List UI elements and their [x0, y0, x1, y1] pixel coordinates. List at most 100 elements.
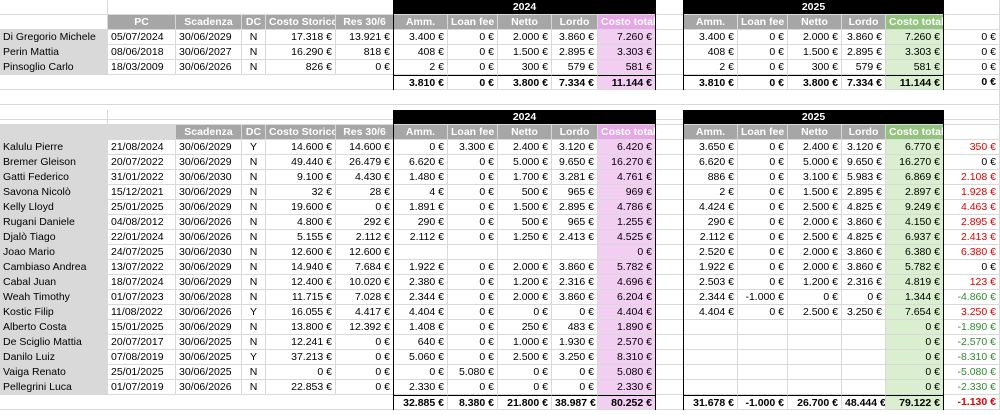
value-2024[interactable]: 640 €: [394, 335, 448, 350]
scadenza-date[interactable]: 30/06/2025: [176, 350, 242, 365]
scadenza-date[interactable]: 30/06/2026: [176, 380, 242, 395]
value-2025[interactable]: 3.100 €: [788, 170, 842, 185]
header-scadenza[interactable]: Scadenza: [176, 15, 242, 30]
pc-date[interactable]: 20/07/2022: [108, 155, 176, 170]
value-2025[interactable]: 6.869 €: [886, 170, 944, 185]
costo-storico[interactable]: 12.600 €: [266, 245, 336, 260]
scadenza-date[interactable]: 30/06/2029: [176, 260, 242, 275]
value-2025[interactable]: 0 €: [738, 200, 788, 215]
value-2025[interactable]: 0 €: [886, 365, 944, 380]
dc-flag[interactable]: Y: [242, 140, 266, 155]
value-2025[interactable]: 1.344 €: [886, 290, 944, 305]
player-name[interactable]: Kostic Filip: [0, 305, 108, 320]
value-2024[interactable]: 1.200 €: [498, 275, 552, 290]
player-name[interactable]: Rugani Daniele: [0, 215, 108, 230]
value-2024[interactable]: 0 €: [394, 140, 448, 155]
value-2025[interactable]: [684, 380, 738, 395]
value-2024[interactable]: 1.930 €: [552, 335, 598, 350]
res-value[interactable]: 0 €: [336, 365, 394, 380]
dc-flag[interactable]: N: [242, 365, 266, 380]
dc-flag[interactable]: Y: [242, 350, 266, 365]
value-2024[interactable]: 4 €: [394, 185, 448, 200]
value-2025[interactable]: 579 €: [842, 60, 886, 75]
value-2025[interactable]: 16.270 €: [886, 155, 944, 170]
value-2024[interactable]: 0 €: [448, 215, 498, 230]
pc-date[interactable]: 13/07/2022: [108, 260, 176, 275]
value-2024[interactable]: 0 €: [598, 245, 656, 260]
res-value[interactable]: 292 €: [336, 215, 394, 230]
scadenza-date[interactable]: 30/06/2029: [176, 275, 242, 290]
value-2025[interactable]: 581 €: [886, 60, 944, 75]
cell-empty[interactable]: [656, 170, 684, 185]
cell-empty[interactable]: [0, 75, 394, 90]
scadenza-date[interactable]: 30/06/2025: [176, 335, 242, 350]
header-2024-col[interactable]: Netto: [498, 15, 552, 30]
player-name[interactable]: Alberto Costa: [0, 320, 108, 335]
header-2024-col[interactable]: Loan fee: [448, 125, 498, 140]
value-2025[interactable]: 2.500 €: [788, 305, 842, 320]
value-2024[interactable]: 3.400 €: [394, 30, 448, 45]
value-2025[interactable]: 3.400 €: [684, 30, 738, 45]
value-2025[interactable]: 2.000 €: [788, 260, 842, 275]
costo-storico[interactable]: 14.600 €: [266, 140, 336, 155]
cell-empty[interactable]: [108, 110, 394, 125]
value-2024[interactable]: 483 €: [552, 320, 598, 335]
total-2025[interactable]: 31.678 €: [684, 395, 738, 410]
dc-flag[interactable]: N: [242, 185, 266, 200]
costo-storico[interactable]: 9.100 €: [266, 170, 336, 185]
header-scadenza[interactable]: Scadenza: [176, 125, 242, 140]
value-2025[interactable]: 0 €: [738, 140, 788, 155]
value-2024[interactable]: 5.060 €: [394, 350, 448, 365]
cell-empty[interactable]: [656, 45, 684, 60]
scadenza-date[interactable]: 30/06/2029: [176, 30, 242, 45]
value-2024[interactable]: 8.310 €: [598, 350, 656, 365]
value-2025[interactable]: 0 €: [738, 170, 788, 185]
header-2025-col[interactable]: Netto: [788, 125, 842, 140]
total-2024[interactable]: 3.800 €: [498, 75, 552, 90]
value-2025[interactable]: 4.424 €: [684, 200, 738, 215]
header-2024-col[interactable]: Loan fee: [448, 15, 498, 30]
costo-storico[interactable]: 22.853 €: [266, 380, 336, 395]
value-2025[interactable]: 4.150 €: [886, 215, 944, 230]
cell-empty[interactable]: [656, 335, 684, 350]
scadenza-date[interactable]: 30/06/2030: [176, 245, 242, 260]
value-2025[interactable]: 3.860 €: [842, 260, 886, 275]
value-2024[interactable]: 0 €: [448, 155, 498, 170]
player-name[interactable]: Danilo Luiz: [0, 350, 108, 365]
dc-flag[interactable]: N: [242, 290, 266, 305]
costo-storico[interactable]: 0 €: [266, 365, 336, 380]
value-2025[interactable]: 3.860 €: [842, 245, 886, 260]
value-2024[interactable]: 2.330 €: [598, 380, 656, 395]
scadenza-date[interactable]: 30/06/2030: [176, 170, 242, 185]
header-2024-col[interactable]: Costo totale: [598, 125, 656, 140]
player-name[interactable]: Cambiaso Andrea: [0, 260, 108, 275]
value-2024[interactable]: 3.860 €: [552, 30, 598, 45]
dc-flag[interactable]: N: [242, 30, 266, 45]
value-2025[interactable]: 0 €: [738, 245, 788, 260]
player-name[interactable]: Weah Timothy: [0, 290, 108, 305]
dc-flag[interactable]: N: [242, 215, 266, 230]
dc-flag[interactable]: N: [242, 60, 266, 75]
value-2024[interactable]: 4.404 €: [598, 305, 656, 320]
res-value[interactable]: 7.684 €: [336, 260, 394, 275]
res-value[interactable]: 818 €: [336, 45, 394, 60]
cell-empty[interactable]: [656, 185, 684, 200]
scadenza-date[interactable]: 30/06/2026: [176, 305, 242, 320]
player-name[interactable]: Pellegrini Luca: [0, 380, 108, 395]
value-2024[interactable]: 0 €: [448, 380, 498, 395]
value-2024[interactable]: 3.120 €: [552, 140, 598, 155]
value-2025[interactable]: 1.500 €: [788, 185, 842, 200]
value-2025[interactable]: [684, 320, 738, 335]
value-2025[interactable]: 7.260 €: [886, 30, 944, 45]
value-2024[interactable]: 0 €: [448, 200, 498, 215]
value-2025[interactable]: 2.000 €: [788, 215, 842, 230]
value-2025[interactable]: 2.112 €: [684, 230, 738, 245]
total-2024[interactable]: 8.380 €: [448, 395, 498, 410]
value-2025[interactable]: 2.520 €: [684, 245, 738, 260]
value-2025[interactable]: [738, 335, 788, 350]
value-2025[interactable]: [842, 335, 886, 350]
cell-empty[interactable]: [656, 290, 684, 305]
cell-empty[interactable]: [656, 260, 684, 275]
value-2025[interactable]: 5.782 €: [886, 260, 944, 275]
player-name[interactable]: Djalò Tiago: [0, 230, 108, 245]
